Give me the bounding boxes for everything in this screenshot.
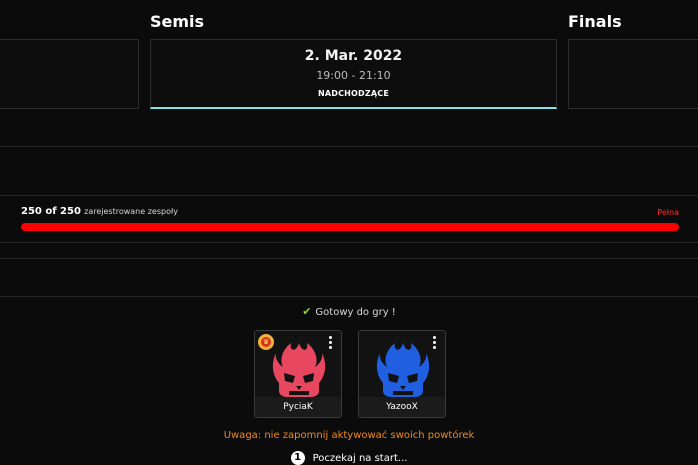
- registration-full-label: Pełna: [657, 208, 679, 217]
- wait-text: Poczekaj na start...: [312, 453, 408, 464]
- registration-progress-bar: [21, 223, 679, 231]
- player-name: PyciaK: [255, 397, 341, 417]
- divider: [0, 146, 698, 147]
- divider: [0, 258, 698, 259]
- match-card-previous[interactable]: [0, 39, 139, 109]
- registration-count: 250 of 250 zarejestrowane zespoły: [21, 206, 178, 217]
- more-options-icon[interactable]: [433, 336, 437, 350]
- flame-skull-avatar-icon: [376, 343, 430, 397]
- ready-status: ✔ Gotowy do gry !: [0, 305, 698, 318]
- player-card[interactable]: YazooX: [358, 330, 446, 418]
- replay-warning: Uwaga: nie zapomnij aktywować swoich pow…: [223, 430, 475, 441]
- registration-progress-fill: [21, 223, 679, 231]
- match-time: 19:00 - 21:10: [316, 69, 391, 82]
- player-name: YazooX: [359, 397, 445, 417]
- match-status: NADCHODZĄCE: [317, 89, 390, 98]
- player-card[interactable]: ♛ PyciaK: [254, 330, 342, 418]
- match-card-semis[interactable]: 2. Mar. 2022 19:00 - 21:10 NADCHODZĄCE: [150, 39, 557, 109]
- ready-text: Gotowy do gry !: [315, 307, 396, 318]
- match-card-finals[interactable]: [568, 39, 698, 109]
- registration-count-suffix: zarejestrowane zespoły: [84, 207, 178, 216]
- stage-title-semis: Semis: [150, 12, 205, 31]
- divider: [0, 242, 698, 243]
- match-date: 2. Mar. 2022: [304, 48, 403, 64]
- divider: [0, 296, 698, 297]
- divider: [0, 195, 698, 196]
- stage-title-finals: Finals: [568, 12, 622, 31]
- registration-count-value: 250 of 250: [21, 206, 81, 217]
- check-icon: ✔: [302, 305, 312, 318]
- flame-skull-avatar-icon: [272, 343, 326, 397]
- more-options-icon[interactable]: [329, 336, 333, 350]
